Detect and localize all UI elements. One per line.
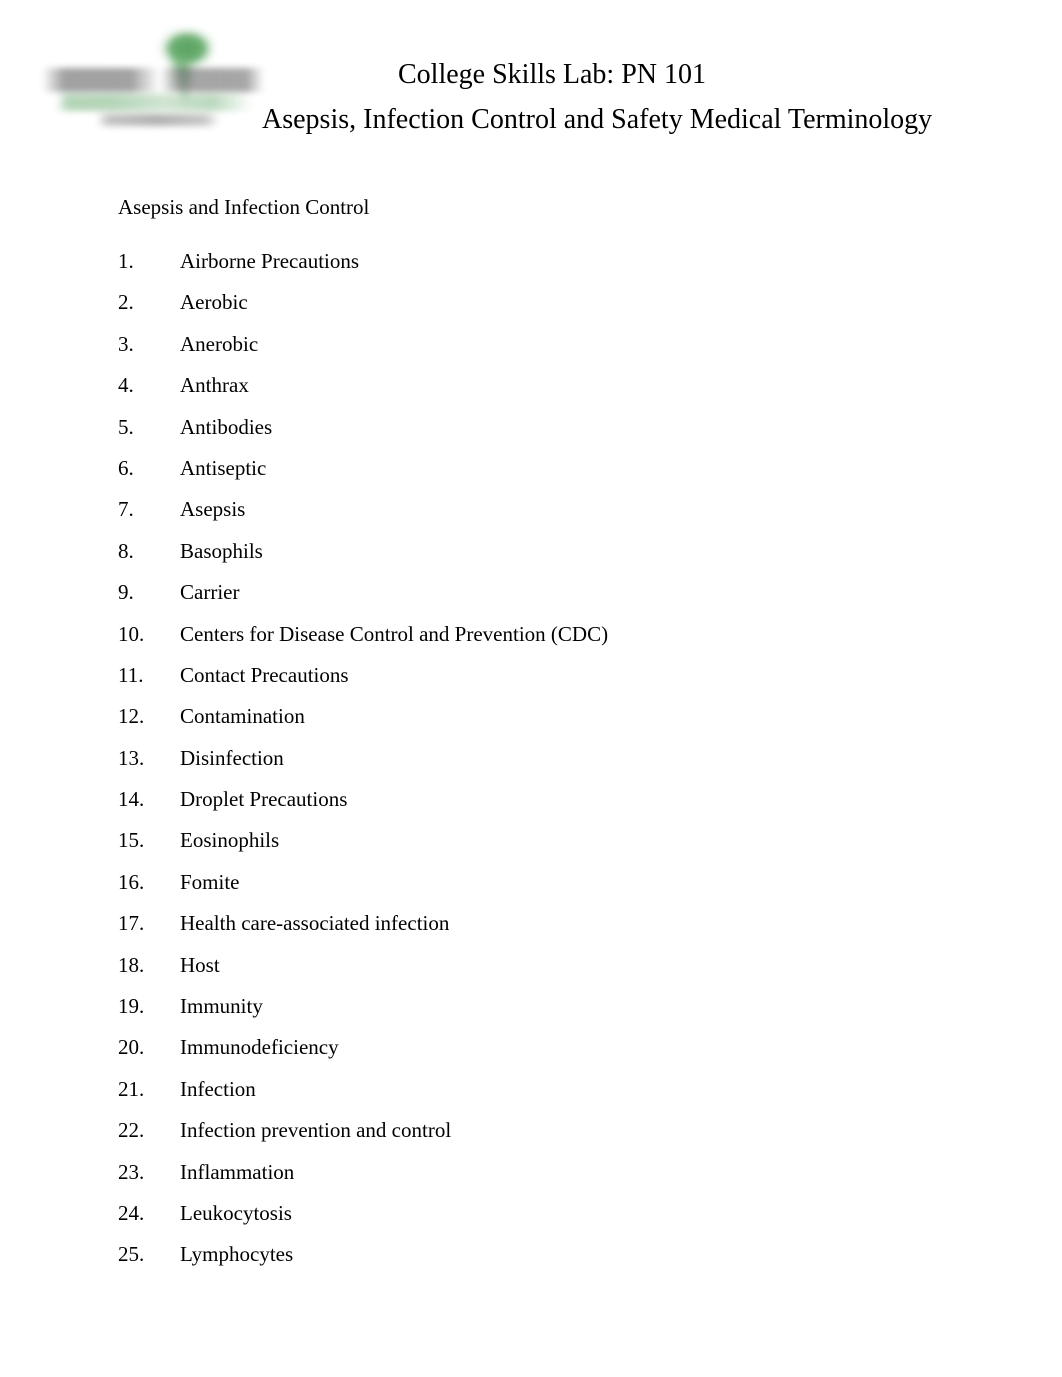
list-item-number: 7.	[118, 497, 134, 522]
list-item-label: Disinfection	[180, 745, 284, 770]
list-item-label: Immunity	[180, 994, 263, 1019]
list-item-label: Carrier	[180, 580, 240, 605]
section-heading: Asepsis and Infection Control	[118, 195, 370, 219]
list-item-label: Contact Precautions	[180, 662, 349, 687]
list-item: 15. Eosinophils	[118, 827, 978, 868]
list-item-label: Contamination	[180, 704, 305, 729]
page-title: College Skills Lab: PN 101	[398, 59, 706, 90]
list-item: 4. Anthrax	[118, 372, 978, 413]
list-item-number: 18.	[118, 952, 145, 977]
list-item: 13. Disinfection	[118, 745, 978, 786]
list-item-label: Asepsis	[180, 497, 246, 522]
list-item: 21. Infection	[118, 1076, 978, 1117]
list-item-number: 22.	[118, 1118, 145, 1143]
institution-logo	[40, 22, 268, 144]
list-item: 6. Antiseptic	[118, 455, 978, 496]
logo-green-band	[56, 94, 252, 111]
list-item: 9. Carrier	[118, 579, 978, 620]
list-item-label: Inflammation	[180, 1159, 295, 1184]
list-item-number: 17.	[118, 911, 145, 936]
list-item-number: 15.	[118, 828, 145, 853]
list-item: 25. Lymphocytes	[118, 1241, 978, 1282]
list-item-number: 2.	[118, 290, 134, 315]
list-item-number: 6.	[118, 455, 134, 480]
list-item: 24. Leukocytosis	[118, 1200, 978, 1241]
list-item-label: Centers for Disease Control and Preventi…	[180, 621, 609, 646]
list-item: 23. Inflammation	[118, 1159, 978, 1200]
list-item-label: Infection prevention and control	[180, 1118, 452, 1143]
list-item-label: Host	[180, 952, 220, 977]
list-item: 7. Asepsis	[118, 496, 978, 537]
list-item: 18. Host	[118, 952, 978, 993]
page-subtitle: Asepsis, Infection Control and Safety Me…	[262, 104, 933, 135]
list-item-label: Infection	[180, 1076, 256, 1101]
list-item-label: Antibodies	[180, 414, 273, 439]
list-item-label: Antiseptic	[180, 455, 267, 480]
document-title-block: College Skills Lab: PN 101 Asepsis, Infe…	[262, 0, 933, 137]
document-page: College Skills Lab: PN 101 Asepsis, Infe…	[0, 0, 1062, 1377]
list-item: 19. Immunity	[118, 993, 978, 1034]
logo-subtext	[96, 114, 220, 126]
list-item-number: 23.	[118, 1159, 145, 1184]
list-item-number: 3.	[118, 331, 134, 356]
list-item-label: Aerobic	[180, 290, 248, 315]
logo-wordmark	[42, 68, 264, 92]
list-item: 22. Infection prevention and control	[118, 1117, 978, 1158]
list-item-label: Basophils	[180, 538, 263, 563]
list-item: 1. Airborne Precautions	[118, 248, 978, 289]
list-item-label: Health care-associated infection	[180, 911, 450, 936]
list-item: 16. Fomite	[118, 869, 978, 910]
list-item-label: Anthrax	[180, 373, 249, 398]
list-item-number: 1.	[118, 249, 134, 273]
list-item: 2. Aerobic	[118, 289, 978, 330]
list-item-number: 4.	[118, 373, 134, 398]
list-item-number: 21.	[118, 1076, 145, 1101]
list-item: 20. Immunodeficiency	[118, 1034, 978, 1075]
list-item-number: 16.	[118, 869, 145, 894]
list-item-number: 9.	[118, 580, 134, 605]
list-item: 12. Contamination	[118, 703, 978, 744]
list-item: 17. Health care-associated infection	[118, 910, 978, 951]
list-item-label: Droplet Precautions	[180, 787, 348, 812]
terminology-list: 1. Airborne Precautions 2. Aerobic 3. Anerobi…	[118, 248, 978, 1283]
list-item-number: 24.	[118, 1200, 145, 1225]
list-item-number: 5.	[118, 414, 134, 439]
list-item: 11. Contact Precautions	[118, 662, 978, 703]
list-item-number: 20.	[118, 1035, 145, 1060]
list-item: 3. Anerobic	[118, 331, 978, 372]
list-item: 10. Centers for Disease Control and Preve…	[118, 621, 978, 662]
list-item-number: 14.	[118, 787, 145, 812]
list-item-number: 11.	[118, 662, 144, 687]
list-item-number: 10.	[118, 621, 145, 646]
list-item-label: Immunodeficiency	[180, 1035, 339, 1060]
list-item: 5. Antibodies	[118, 414, 978, 455]
list-item: 14. Droplet Precautions	[118, 786, 978, 827]
list-item: 8. Basophils	[118, 538, 978, 579]
list-item-number: 19.	[118, 994, 145, 1019]
document-body: Asepsis and Infection Control 1. Airborne…	[118, 194, 978, 1283]
list-item-number: 13.	[118, 745, 145, 770]
list-item-number: 25.	[118, 1242, 145, 1267]
list-item-label: Fomite	[180, 869, 240, 894]
list-item-label: Eosinophils	[180, 828, 280, 853]
list-item-number: 8.	[118, 538, 134, 563]
list-item-label: Lymphocytes	[180, 1242, 294, 1267]
list-item-label: Anerobic	[180, 331, 259, 356]
document-header: College Skills Lab: PN 101 Asepsis, Infe…	[0, 0, 1062, 170]
list-item-label: Leukocytosis	[180, 1200, 292, 1225]
list-item-label: Airborne Precautions	[180, 249, 360, 273]
list-item-number: 12.	[118, 704, 145, 729]
